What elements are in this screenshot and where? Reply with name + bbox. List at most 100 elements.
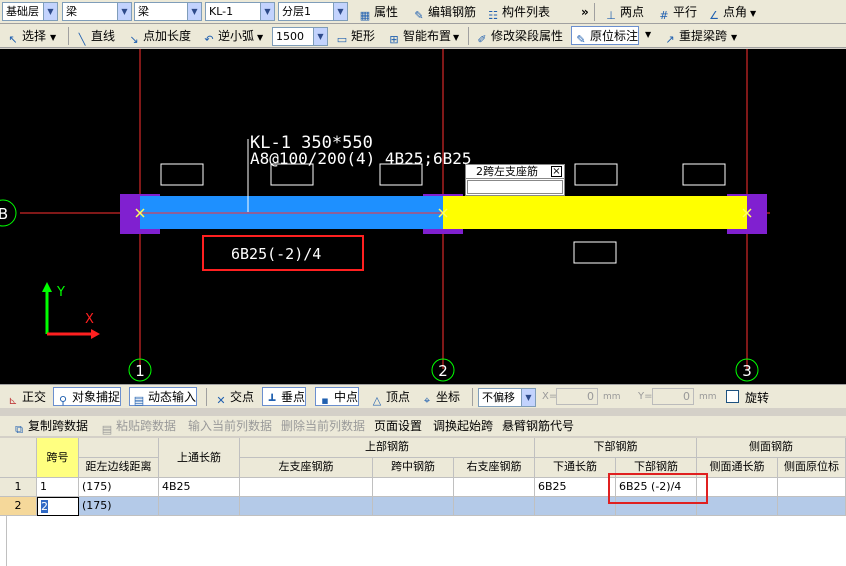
perp-button[interactable]: ┻ 垂点	[262, 387, 307, 407]
cell-dist[interactable]: (175)	[79, 478, 159, 497]
coord-icon: ⌖	[423, 394, 431, 407]
more-button[interactable]: »	[579, 3, 589, 21]
x-coord-input[interactable]: 0	[556, 388, 598, 405]
chevron-down-icon[interactable]: ▼	[645, 30, 651, 39]
offset-select[interactable]: 不偏移 ▼	[478, 388, 536, 407]
paste-span-button[interactable]: ▤ 粘贴跨数据	[98, 417, 176, 436]
chevron-down-icon: ▼	[453, 33, 460, 42]
cell-bottom-through[interactable]: 6B25	[535, 478, 616, 497]
line-button[interactable]: ╲ 直线	[73, 27, 116, 46]
cell-right-seat[interactable]	[454, 478, 535, 497]
row-number[interactable]: 1	[0, 478, 37, 497]
input-column-button[interactable]: 输入当前列数据	[186, 417, 272, 435]
rect-button[interactable]: ▭ 矩形	[333, 27, 375, 46]
cell-side-orig[interactable]	[778, 497, 846, 516]
rotate-label: 旋转	[745, 391, 770, 405]
paste-icon: ▤	[101, 423, 113, 436]
radius-input[interactable]: 1500 ▼	[272, 27, 328, 46]
toolbar-row-2: ↖ 选择 ▼ ╲ 直线 ↘ 点加长度 ↶ 逆小弧 ▼ 1500 ▼ ▭ 矩形 ⊞ 智能布置 ▼ ✐ 修…	[0, 24, 846, 48]
swap-span-button[interactable]: 调换起始跨	[431, 417, 493, 435]
cell-left-seat[interactable]	[240, 478, 373, 497]
y-coord-input[interactable]: 0	[652, 388, 694, 405]
type-select[interactable]: 梁 ▼	[134, 2, 202, 21]
cell-span-no[interactable]: 2	[37, 497, 79, 516]
copy-span-label: 复制跨数据	[28, 419, 89, 433]
header-top-through[interactable]: 上通长筋	[159, 438, 240, 478]
cell-top-through[interactable]	[159, 497, 240, 516]
floor-select[interactable]: 基础层 ▼	[2, 2, 58, 21]
copy-span-button[interactable]: ⧉ 复制跨数据	[10, 417, 89, 436]
layer-select[interactable]: 分层1 ▼	[278, 2, 348, 21]
point-length-button[interactable]: ↘ 点加长度	[125, 27, 191, 46]
axis-label-b: B	[0, 205, 8, 223]
dynamic-label: 动态输入	[148, 390, 197, 404]
component-list-button[interactable]: ☷ 构件列表	[484, 3, 550, 22]
header-bottom-through[interactable]: 下通长筋	[535, 458, 616, 478]
header-dist[interactable]: 距左边线距离	[79, 458, 159, 478]
axis-label-2: 2	[438, 362, 448, 380]
property-button[interactable]: ▦ 属性	[356, 3, 398, 22]
line-label: 直线	[91, 29, 116, 43]
header-side-group: 侧面钢筋	[697, 438, 846, 458]
parallel-button[interactable]: # 平行	[655, 3, 697, 22]
cell-top-through[interactable]: 4B25	[159, 478, 240, 497]
drawing-canvas[interactable]: KL-1 350*550 A8@100/200(4) 4B25;6B25 6B2…	[0, 49, 846, 384]
header-side-through[interactable]: 侧面通长筋	[697, 458, 778, 478]
snap-button[interactable]: ⚲ 对象捕捉	[53, 387, 122, 407]
cell-mid-span[interactable]	[373, 478, 454, 497]
small-arc-button[interactable]: ↶ 逆小弧 ▼	[200, 27, 263, 46]
chevron-down-icon: ▼	[333, 3, 347, 20]
repick-span-button[interactable]: ↗ 重提梁跨 ▼	[661, 27, 737, 46]
chevron-down-icon: ▼	[313, 28, 327, 45]
vertex-button[interactable]: △ 顶点	[368, 388, 410, 407]
grid-toolbar: ⧉ 复制跨数据 ▤ 粘贴跨数据 输入当前列数据 删除当前列数据 页面设置 调换起始跨…	[0, 416, 846, 436]
cell-side-through[interactable]	[697, 497, 778, 516]
property-icon: ▦	[359, 9, 371, 22]
point-angle-button[interactable]: ∠ 点角 ▼	[705, 3, 756, 22]
cell-bottom-through[interactable]	[535, 497, 616, 516]
cell-side-through[interactable]	[697, 478, 778, 497]
ortho-button[interactable]: ⊾ 正交	[4, 388, 46, 407]
delete-column-button[interactable]: 删除当前列数据	[279, 417, 365, 435]
cell-span-no[interactable]: 1	[37, 478, 79, 497]
cell-mid-span[interactable]	[373, 497, 454, 516]
x-axis-label: X	[85, 312, 94, 327]
page-setup-button[interactable]: 页面设置	[372, 417, 422, 435]
grid-left-border	[6, 516, 7, 566]
mid-icon: ▪	[321, 394, 329, 407]
header-mid-span[interactable]: 跨中钢筋	[373, 458, 454, 478]
close-icon[interactable]: ×	[551, 166, 562, 177]
category-select[interactable]: 梁 ▼	[62, 2, 132, 21]
small-arc-label: 逆小弧	[218, 29, 255, 43]
x-arrow-head	[91, 329, 100, 339]
header-left-seat[interactable]: 左支座钢筋	[240, 458, 373, 478]
dynamic-input-button[interactable]: ▤ 动态输入	[129, 387, 198, 407]
original-mark-button[interactable]: ✎ 原位标注	[571, 26, 640, 46]
smart-layout-label: 智能布置	[403, 29, 452, 43]
select-button[interactable]: ↖ 选择 ▼	[4, 27, 56, 46]
beam-span-2[interactable]	[443, 196, 747, 229]
row-number[interactable]: 2	[0, 497, 37, 516]
parallel-icon: #	[659, 9, 669, 22]
rotate-checkbox[interactable]	[726, 390, 739, 403]
smart-layout-button[interactable]: ⊞ 智能布置 ▼	[385, 27, 460, 46]
popup-input-box[interactable]: 2跨左支座筋 ×	[465, 164, 565, 196]
mark-icon: ✎	[576, 33, 586, 46]
element-select[interactable]: KL-1 ▼	[205, 2, 275, 21]
cell-left-seat[interactable]	[240, 497, 373, 516]
cell-side-orig[interactable]	[778, 478, 846, 497]
header-side-orig[interactable]: 侧面原位标	[778, 458, 846, 478]
header-span-no[interactable]: 跨号	[37, 438, 79, 478]
edit-rebar-button[interactable]: ✎ 编辑钢筋	[410, 3, 476, 22]
header-right-seat[interactable]: 右支座钢筋	[454, 458, 535, 478]
coord-button[interactable]: ⌖ 坐标	[418, 388, 460, 407]
two-points-button[interactable]: ⊥ 两点	[602, 3, 644, 22]
cantilever-button[interactable]: 悬臂钢筋代号	[500, 417, 574, 435]
intersect-button[interactable]: ✕ 交点	[212, 388, 254, 407]
header-blank	[79, 438, 159, 458]
popup-input-field[interactable]	[467, 180, 563, 194]
modify-span-button[interactable]: ✐ 修改梁段属性	[473, 27, 563, 46]
cell-dist[interactable]: (175)	[79, 497, 159, 516]
mid-button[interactable]: ▪ 中点	[315, 387, 360, 407]
cell-right-seat[interactable]	[454, 497, 535, 516]
